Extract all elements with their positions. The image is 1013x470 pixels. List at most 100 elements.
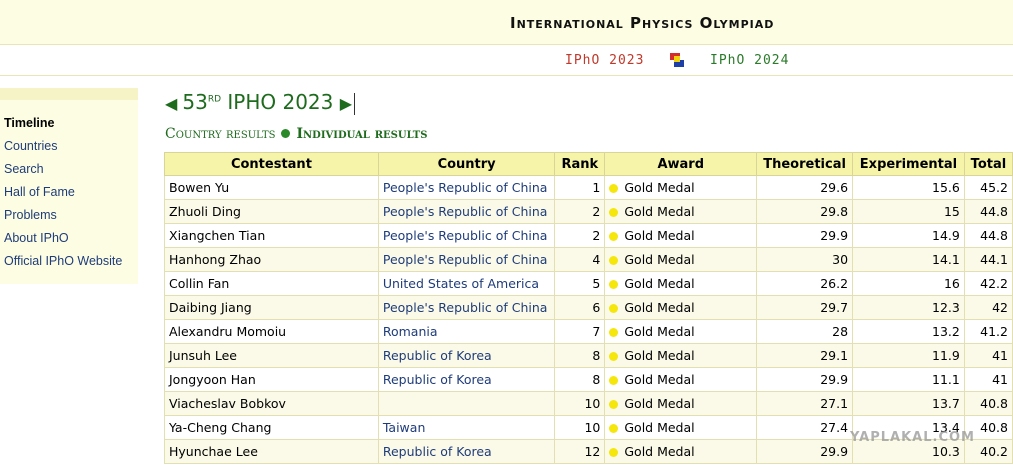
country-cell[interactable]: People's Republic of China — [377, 247, 556, 272]
country-cell[interactable]: People's Republic of China — [377, 223, 556, 248]
contestant-cell[interactable]: Daibing Jiang — [164, 295, 379, 320]
column-header-contestant[interactable]: Contestant — [164, 152, 379, 176]
contestant-cell[interactable]: Xiangchen Tian — [164, 223, 379, 248]
award-cell: Gold Medal — [604, 319, 758, 344]
country-cell[interactable]: People's Republic of China — [377, 295, 556, 320]
experimental-cell: 13.7 — [852, 391, 965, 416]
country-cell[interactable]: People's Republic of China — [377, 175, 556, 200]
gold-medal-icon — [609, 208, 619, 217]
column-header-country[interactable]: Country — [377, 152, 556, 176]
total-cell: 41 — [963, 367, 1013, 392]
previous-olympiad-arrow-icon[interactable]: ◀ — [165, 94, 182, 113]
award-label: Gold Medal — [624, 204, 695, 219]
award-cell: Gold Medal — [604, 367, 758, 392]
column-header-theoretical[interactable]: Theoretical — [756, 152, 854, 176]
column-header-award[interactable]: Award — [604, 152, 758, 176]
award-label: Gold Medal — [624, 228, 695, 243]
gold-medal-icon — [609, 280, 619, 289]
award-label: Gold Medal — [624, 396, 695, 411]
rank-cell: 10 — [554, 415, 606, 440]
contestant-cell[interactable]: Collin Fan — [164, 271, 379, 296]
tab-individual-results[interactable]: Individual results — [296, 126, 427, 142]
sidebar-item-problems[interactable]: Problems — [4, 208, 122, 231]
tab-country-results[interactable]: Country results — [165, 126, 275, 142]
experimental-cell: 14.9 — [852, 223, 965, 248]
column-header-total[interactable]: Total — [963, 152, 1013, 176]
contestant-cell[interactable]: Zhuoli Ding — [164, 199, 379, 224]
contestant-cell[interactable]: Ya-Cheng Chang — [164, 415, 379, 440]
award-cell: Gold Medal — [604, 175, 758, 200]
gold-medal-icon — [609, 400, 619, 409]
country-cell[interactable]: Republic of Korea — [377, 343, 556, 368]
table-row: Daibing Jiang People's Republic of China 6… — [164, 295, 1013, 320]
rank-cell: 10 — [554, 391, 606, 416]
gold-medal-icon — [609, 328, 619, 337]
experimental-cell: 16 — [852, 271, 965, 296]
award-cell: Gold Medal — [604, 343, 758, 368]
award-cell: Gold Medal — [604, 391, 758, 416]
gold-medal-icon — [609, 376, 619, 385]
sidebar-item-hall-of-fame[interactable]: Hall of Fame — [4, 185, 122, 208]
contestant-cell[interactable]: Junsuh Lee — [164, 343, 379, 368]
experimental-cell: 11.9 — [852, 343, 965, 368]
column-header-experimental[interactable]: Experimental — [852, 152, 965, 176]
table-row: Junsuh Lee Republic of Korea 8 Gold Medal 29… — [164, 343, 1013, 368]
column-header-rank[interactable]: Rank — [554, 152, 606, 176]
contestant-cell[interactable]: Alexandru Momoiu — [164, 319, 379, 344]
rank-cell: 8 — [554, 343, 606, 368]
theoretical-cell: 29.8 — [756, 199, 854, 224]
rank-cell: 2 — [554, 199, 606, 224]
sidebar-item-about-ipho[interactable]: About IPhO — [4, 231, 122, 254]
next-year-link[interactable]: IPhO 2024 — [710, 53, 789, 68]
prev-year-link[interactable]: IPhO 2023 — [565, 53, 644, 68]
country-cell[interactable] — [377, 391, 556, 416]
award-label: Gold Medal — [624, 324, 695, 339]
contestant-cell[interactable]: Hanhong Zhao — [164, 247, 379, 272]
total-cell: 41.2 — [963, 319, 1013, 344]
experimental-cell: 13.2 — [852, 319, 965, 344]
sidebar-item-search[interactable]: Search — [4, 162, 122, 185]
country-cell[interactable]: Republic of Korea — [377, 439, 556, 464]
rank-cell: 4 — [554, 247, 606, 272]
table-row: Viacheslav Bobkov 10 Gold Medal 27.1 13.7 40.… — [164, 391, 1013, 416]
experimental-cell: 14.1 — [852, 247, 965, 272]
contestant-cell[interactable]: Jongyoon Han — [164, 367, 379, 392]
contestant-cell[interactable]: Bowen Yu — [164, 175, 379, 200]
table-row: Bowen Yu People's Republic of China 1 Gold … — [164, 175, 1013, 200]
total-cell: 42 — [963, 295, 1013, 320]
next-olympiad-arrow-icon[interactable]: ▶ — [340, 94, 352, 113]
theoretical-cell: 29.6 — [756, 175, 854, 200]
award-label: Gold Medal — [624, 348, 695, 363]
sidebar-item-timeline[interactable]: Timeline — [4, 116, 122, 139]
contestant-cell[interactable]: Viacheslav Bobkov — [164, 391, 379, 416]
olympiad-ordinal: 53 — [182, 90, 208, 114]
theoretical-cell: 29.9 — [756, 223, 854, 248]
theoretical-cell: 29.9 — [756, 439, 854, 464]
country-cell[interactable]: Romania — [377, 319, 556, 344]
theoretical-cell: 26.2 — [756, 271, 854, 296]
award-label: Gold Medal — [624, 372, 695, 387]
sidebar-item-countries[interactable]: Countries — [4, 139, 122, 162]
country-cell[interactable]: United States of America — [377, 271, 556, 296]
results-table: Contestant Country Rank Award Theoretical Exp… — [164, 152, 1013, 464]
award-label: Gold Medal — [624, 276, 695, 291]
country-cell[interactable]: Republic of Korea — [377, 367, 556, 392]
table-row: Jongyoon Han Republic of Korea 8 Gold Medal… — [164, 367, 1013, 392]
sidebar-item-official-ipho-website[interactable]: Official IPhO Website — [4, 254, 122, 277]
country-cell[interactable]: People's Republic of China — [377, 199, 556, 224]
site-header: International Physics Olympiad — [0, 0, 1013, 45]
award-cell: Gold Medal — [604, 199, 758, 224]
table-row: Alexandru Momoiu Romania 7 Gold Medal 28 13.2… — [164, 319, 1013, 344]
theoretical-cell: 27.1 — [756, 391, 854, 416]
total-cell: 41 — [963, 343, 1013, 368]
rank-cell: 2 — [554, 223, 606, 248]
total-cell: 44.8 — [963, 199, 1013, 224]
gold-medal-icon — [609, 424, 619, 433]
contestant-cell[interactable]: Hyunchae Lee — [164, 439, 379, 464]
site-title: International Physics Olympiad — [510, 14, 775, 32]
experimental-cell: 12.3 — [852, 295, 965, 320]
rank-cell: 1 — [554, 175, 606, 200]
country-cell[interactable]: Taiwan — [377, 415, 556, 440]
gold-medal-icon — [609, 256, 619, 265]
total-cell: 44.1 — [963, 247, 1013, 272]
